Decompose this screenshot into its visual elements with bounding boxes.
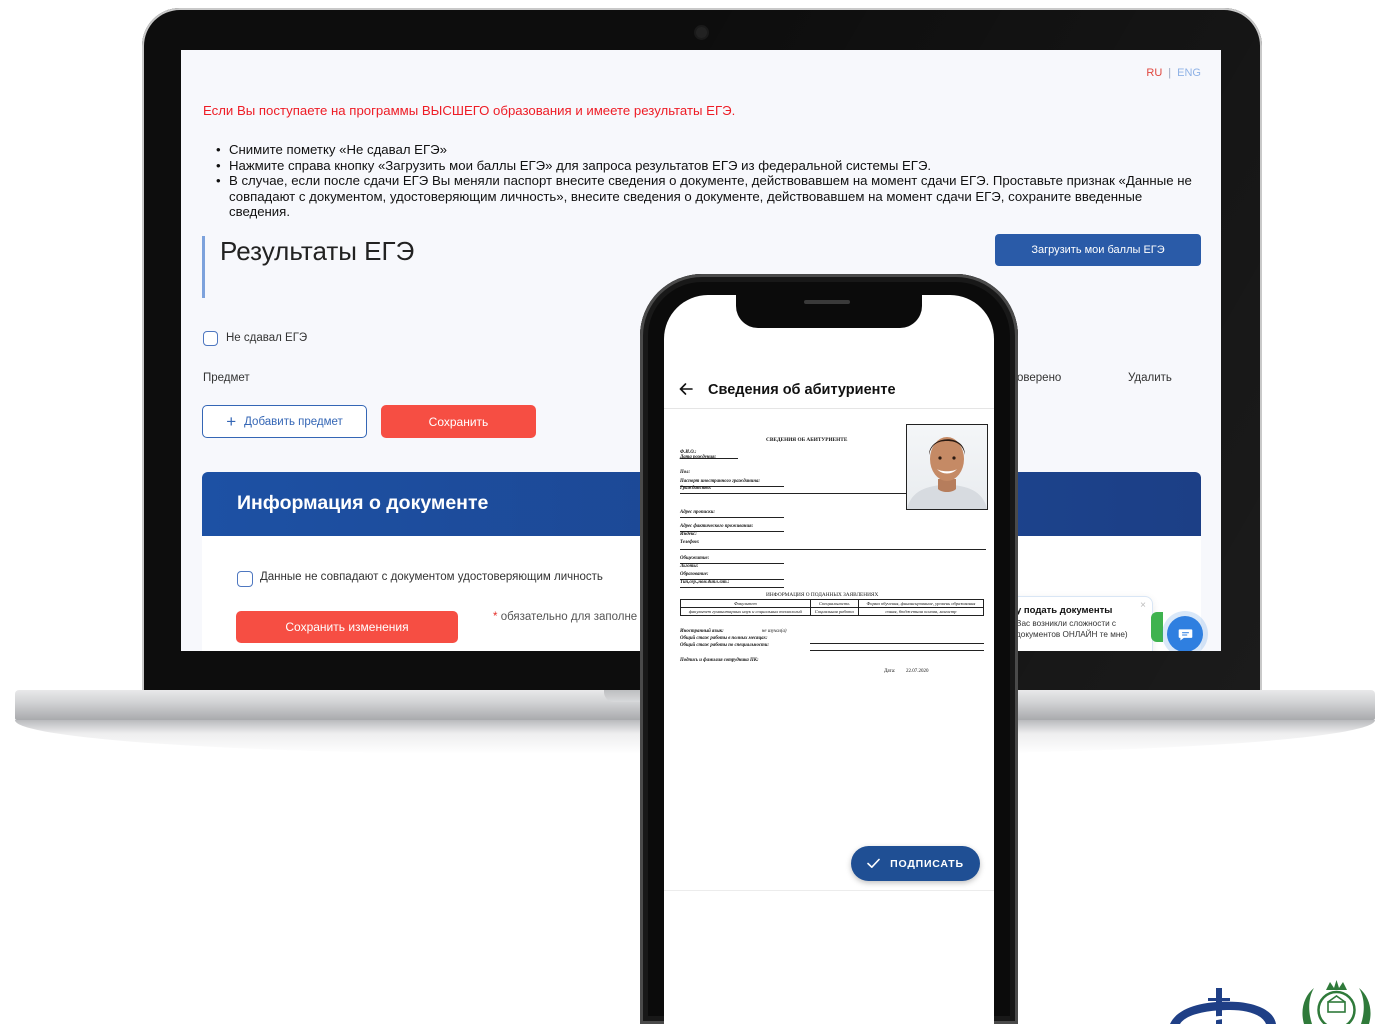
table-header-cell: Форма обучения, финансирование, уровень … (857, 599, 985, 608)
doc-label-phone: Телефон: (680, 540, 700, 545)
doc-date-label: Дата: (884, 669, 896, 674)
doc-label-registration-address: Адрес прописки: (680, 510, 715, 515)
section-accent-bar (202, 236, 205, 298)
chat-indicator (1151, 612, 1163, 642)
document-heading: СВЕДЕНИЯ ОБ АБИТУРИЕНТЕ (766, 437, 848, 443)
doc-label-work-experience-full: Общий стаж работы в полных месяцах: (680, 636, 768, 641)
doc-line (680, 587, 784, 588)
applications-heading: ИНФОРМАЦИЯ О ПОДАННЫХ ЗАЯВЛЕНИЯХ (766, 592, 879, 598)
header-divider (664, 408, 994, 409)
footer-divider (664, 890, 994, 891)
back-arrow-icon[interactable] (678, 381, 694, 397)
doc-label-sex: Пол: (680, 470, 691, 475)
doc-label-actual-address: Адрес фактического проживания: (680, 524, 754, 529)
required-note: * обязательно для заполне (493, 611, 637, 623)
lang-ru-link[interactable]: RU (1146, 67, 1162, 79)
doc-label-signature: Подпись и фамилия сотрудника ПК: (680, 658, 759, 663)
chat-popup-text: Вас возникли сложности с документов ОНЛА… (1016, 619, 1128, 639)
doc-label-work-experience-specialty: Общий стаж работы по специальности: (680, 643, 769, 648)
chat-popup[interactable]: у подать документы Вас возникли сложност… (1001, 596, 1153, 651)
lang-eng-link[interactable]: ENG (1177, 67, 1201, 79)
person-photo-icon (907, 437, 987, 509)
close-icon[interactable]: × (1140, 600, 1146, 611)
column-checked: оверено (1017, 372, 1062, 384)
table-header-cell: Специальность (809, 599, 859, 608)
instruction-item: Снимите пометку «Не сдавал ЕГЭ» (203, 142, 1203, 158)
doc-line (810, 650, 984, 651)
university-logo-icon (1170, 988, 1276, 1024)
phone-speaker (804, 300, 850, 304)
chat-icon (1178, 628, 1192, 640)
add-subject-label: Добавить предмет (244, 415, 343, 428)
doc-label-foreign-passport: Паспорт иностранного гражданина: (680, 479, 760, 484)
table-cell: Социальная работа (809, 607, 859, 616)
doc-line (680, 517, 784, 518)
laptop-camera (696, 27, 707, 38)
doc-date-value: 22.07.2020 (906, 669, 929, 674)
column-subject: Предмет (203, 372, 250, 384)
doc-line (680, 549, 986, 550)
doc-label-education-doc: Тип,сер.,ном.дипл./ат.: (680, 580, 730, 585)
chat-button[interactable] (1167, 616, 1203, 651)
applications-table: Факультет Специальность Форма обучения, … (680, 599, 985, 616)
table-header-cell: Факультет (680, 599, 811, 608)
table-cell: очная, бюджетная основа, магистр (857, 607, 985, 616)
lang-separator: | (1168, 67, 1172, 79)
doc-line (810, 643, 984, 644)
doc-value-foreign-language: не изучал(а) (762, 629, 787, 634)
table-row: факультет гуманитарных наук и социальных… (680, 607, 985, 616)
document-section-title: Информация о документе (237, 492, 489, 514)
doc-label-birth-date: Дата рождения: (680, 455, 717, 460)
phone-page-title: Сведения об абитуриенте (708, 382, 896, 398)
applicant-photo (906, 424, 988, 510)
required-star: * (493, 611, 498, 623)
plus-icon: + (226, 412, 237, 431)
instructions-list: Снимите пометку «Не сдавал ЕГЭ» Нажмите … (203, 142, 1203, 220)
language-switcher: RU | ENG (1146, 67, 1201, 79)
doc-label-index: Индекс: (680, 532, 697, 537)
add-subject-button[interactable]: + Добавить предмет (202, 405, 367, 438)
doc-label-education: Образование: (680, 572, 709, 577)
university-emblem-icon (1302, 980, 1371, 1024)
doc-label-dormitory: Общежитие: (680, 556, 710, 561)
chat-popup-title: у подать документы (1016, 605, 1113, 616)
doc-line (680, 493, 906, 494)
doc-label-benefits: Льготы: (680, 564, 699, 569)
applicant-document-preview: СВЕДЕНИЯ ОБ АБИТУРИЕНТЕ Ф.И.О.: Дата рож… (678, 419, 988, 689)
doc-label-citizenship: Гражданство: (680, 486, 712, 491)
instruction-item: Нажмите справа кнопку «Загрузить мои бал… (203, 158, 1203, 174)
save-changes-button[interactable]: Сохранить изменения (236, 611, 458, 643)
higher-education-notice: Если Вы поступаете на программы ВЫСШЕГО … (203, 103, 736, 118)
check-icon (867, 858, 880, 868)
phone-screen: Сведения об абитуриенте СВЕДЕНИЯ ОБ АБИТ… (664, 295, 994, 1024)
required-note-text: обязательно для заполне (500, 611, 638, 623)
no-ege-label: Не сдавал ЕГЭ (226, 332, 308, 344)
no-ege-checkbox[interactable] (203, 331, 218, 346)
save-button[interactable]: Сохранить (381, 405, 536, 438)
load-scores-button[interactable]: Загрузить мои баллы ЕГЭ (995, 234, 1201, 266)
mismatch-checkbox[interactable] (237, 571, 253, 587)
mismatch-label: Данные не совпадают с документом удостов… (260, 571, 603, 583)
sign-button[interactable]: ПОДПИСАТЬ (851, 846, 980, 881)
column-delete: Удалить (1128, 372, 1172, 384)
table-cell: факультет гуманитарных наук и социальных… (680, 607, 811, 616)
table-header-row: Факультет Специальность Форма обучения, … (680, 599, 985, 608)
doc-label-foreign-language: Иностранный язык: (680, 629, 724, 634)
instruction-item: В случае, если после сдачи ЕГЭ Вы меняли… (203, 173, 1203, 220)
results-title: Результаты ЕГЭ (220, 236, 415, 266)
sign-button-label: ПОДПИСАТЬ (890, 857, 964, 870)
